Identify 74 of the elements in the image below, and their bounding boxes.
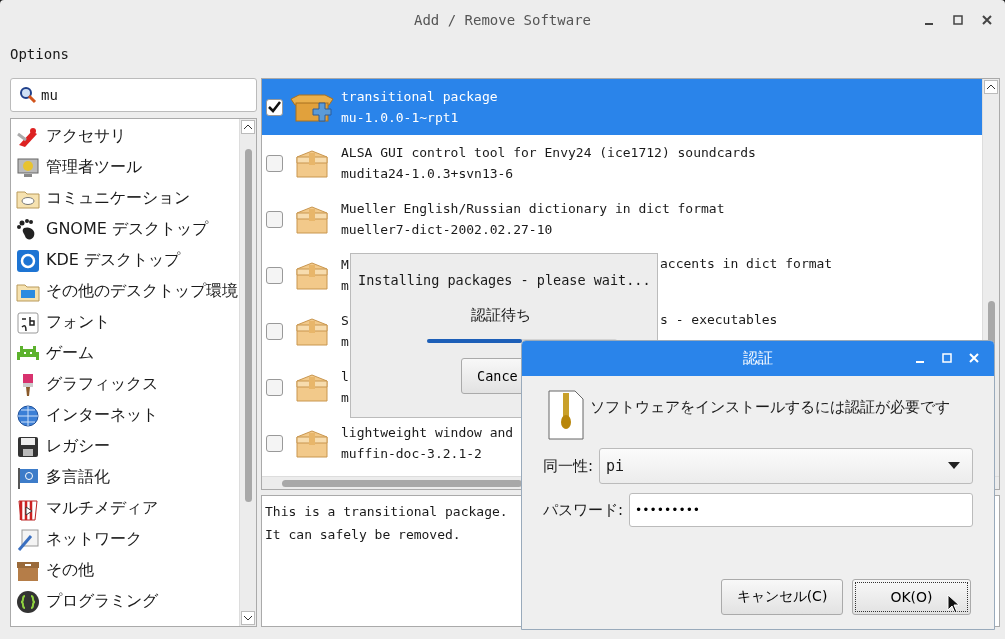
checkbox[interactable] bbox=[266, 322, 283, 340]
caret-up-icon[interactable] bbox=[243, 123, 253, 131]
category-item[interactable]: その他 bbox=[11, 555, 239, 586]
package-title: l bbox=[341, 369, 349, 384]
dialog-message: ソフトウェアをインストールするには認証が必要です bbox=[590, 398, 950, 417]
network-icon bbox=[16, 527, 40, 552]
search-field[interactable]: mu bbox=[10, 78, 257, 112]
mouse-cursor-icon bbox=[947, 594, 961, 614]
category-item[interactable]: レガシー bbox=[11, 431, 239, 462]
category-item[interactable]: アクセサリ bbox=[11, 121, 239, 152]
dialog-message: Installing packages - please wait... bbox=[358, 272, 651, 288]
status-text: 認証待ち bbox=[471, 306, 531, 325]
monitor-icon bbox=[16, 155, 40, 180]
maximize-icon[interactable] bbox=[952, 15, 963, 25]
braces-icon bbox=[16, 589, 40, 614]
scrollbar-thumb[interactable] bbox=[245, 149, 252, 502]
package-name: m bbox=[341, 278, 349, 293]
flag-icon bbox=[16, 465, 40, 490]
package-title: ALSA GUI control tool for Envy24 (ice1712) soundcards bbox=[341, 145, 756, 160]
checkbox[interactable] bbox=[266, 98, 283, 116]
package-name: mu-1.0.0-1~rpt1 bbox=[341, 110, 460, 125]
checkbox[interactable] bbox=[266, 378, 283, 396]
search-icon bbox=[19, 86, 37, 104]
dialog-title: 認証 bbox=[743, 349, 773, 368]
package-name: mudita24-1.0.3+svn13-6 bbox=[341, 166, 515, 181]
dialog-button[interactable]: OK(O) bbox=[852, 579, 971, 615]
package-name: muffin-doc-3.2.1-2 bbox=[341, 446, 483, 461]
checkbox[interactable] bbox=[266, 266, 283, 284]
font-icon bbox=[16, 310, 40, 335]
password-field[interactable]: ••••••••• bbox=[629, 493, 973, 527]
caret-up-icon[interactable] bbox=[986, 83, 996, 91]
category-item[interactable]: マルチメディア bbox=[11, 493, 239, 524]
category-item[interactable]: 多言語化 bbox=[11, 462, 239, 493]
category-item[interactable]: フォント bbox=[11, 307, 239, 338]
package-name: m bbox=[341, 390, 349, 405]
identity-label: 同一性: bbox=[543, 456, 594, 476]
menu-item[interactable]: Options bbox=[10, 46, 69, 62]
archive-file-icon bbox=[548, 390, 584, 440]
checkbox[interactable] bbox=[266, 154, 283, 172]
identity-dropdown[interactable]: pi bbox=[599, 448, 973, 484]
checkbox[interactable] bbox=[266, 210, 283, 228]
category-item[interactable]: 管理者ツール bbox=[11, 152, 239, 183]
category-item[interactable]: グラフィックス bbox=[11, 369, 239, 400]
scrollbar[interactable] bbox=[239, 119, 256, 626]
checkbox[interactable] bbox=[266, 434, 283, 452]
package-row[interactable]: transitional package mu-1.0.0-1~rpt1 bbox=[262, 79, 982, 135]
description-text: This is a transitional package. bbox=[265, 504, 508, 519]
package-title: accents in dict format bbox=[660, 256, 833, 271]
category-item[interactable]: インターネット bbox=[11, 400, 239, 431]
category-item[interactable]: その他のデスクトップ環境 bbox=[11, 276, 239, 307]
password-label: パスワード: bbox=[543, 500, 624, 520]
dialog-button[interactable]: キャンセル(C) bbox=[721, 579, 843, 615]
package-title: M bbox=[341, 257, 349, 272]
globe-icon bbox=[16, 403, 40, 428]
package-name: m bbox=[341, 334, 349, 349]
category-item[interactable]: GNOME デスクトップ bbox=[11, 214, 239, 245]
category-item[interactable]: コミュニケーション bbox=[11, 183, 239, 214]
window-title: Add / Remove Software bbox=[414, 12, 591, 28]
category-item[interactable]: KDE デスクトップ bbox=[11, 245, 239, 276]
category-item[interactable]: プログラミング bbox=[11, 586, 239, 617]
close-icon[interactable] bbox=[981, 15, 992, 25]
package-name: mueller7-dict-2002.02.27-10 bbox=[341, 222, 554, 237]
package-title: s - executables bbox=[660, 312, 778, 327]
category-item[interactable]: ゲーム bbox=[11, 338, 239, 369]
package-title: Mueller English/Russian dictionary in dict format bbox=[341, 201, 725, 216]
package-title: lightweight window and bbox=[341, 425, 514, 440]
floppy-icon bbox=[16, 434, 40, 459]
package-title: transitional package bbox=[341, 89, 498, 104]
scrollbar-thumb[interactable] bbox=[282, 480, 522, 487]
caret-down-icon[interactable] bbox=[243, 614, 253, 622]
package-title: S bbox=[341, 313, 349, 328]
dropdown-arrow-icon[interactable] bbox=[948, 462, 960, 470]
category-item[interactable]: ネットワーク bbox=[11, 524, 239, 555]
description-text: It can safely be removed. bbox=[265, 527, 461, 542]
